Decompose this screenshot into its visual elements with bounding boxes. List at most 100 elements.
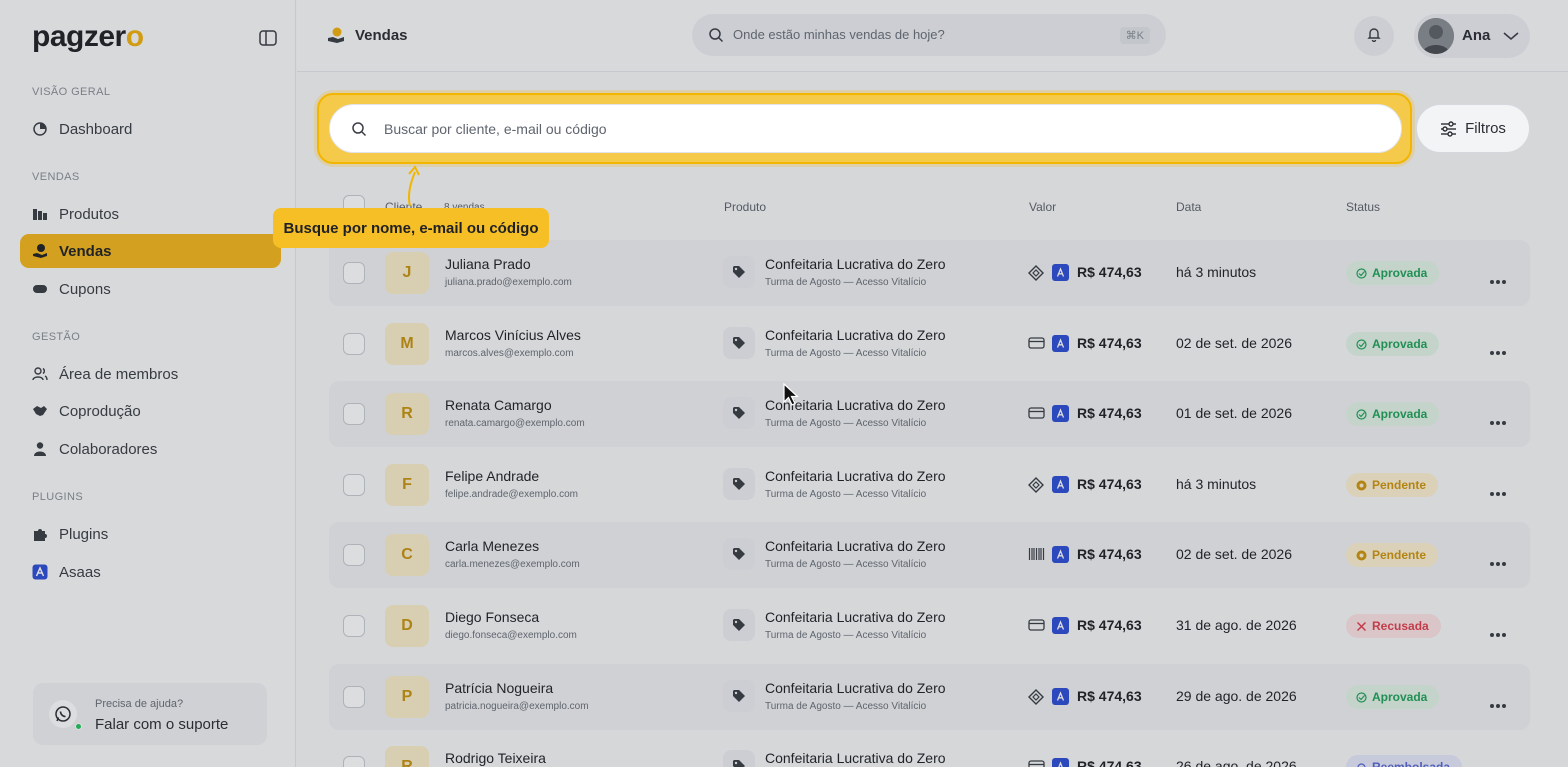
sidebar: pagzero VISÃO GERAL Dashboard VENDAS Pro…: [0, 0, 296, 767]
sidebar-item-dashboard[interactable]: Dashboard: [20, 112, 281, 146]
row-checkbox[interactable]: [343, 756, 365, 767]
client-initial-avatar: M: [385, 323, 429, 365]
asaas-icon: [1052, 335, 1069, 352]
filters-button[interactable]: Filtros: [1416, 104, 1530, 153]
pending-icon: [1356, 550, 1367, 561]
sidebar-item-label: Cupons: [59, 280, 111, 298]
bell-icon: [1366, 26, 1382, 47]
product-name: Confeitaria Lucrativa do Zero: [765, 327, 946, 343]
pending-icon: [1356, 480, 1367, 491]
client-name: Renata Camargo: [445, 397, 552, 413]
sidebar-item-coproduction[interactable]: Coprodução: [20, 394, 281, 428]
tag-icon: [723, 468, 755, 500]
sale-value: R$ 474,63: [1077, 758, 1142, 767]
more-options-icon[interactable]: [1490, 342, 1508, 360]
product-name: Confeitaria Lucrativa do Zero: [765, 750, 946, 766]
user-name: Ana: [1462, 27, 1491, 44]
sale-date: 26 de ago. de 2026: [1176, 758, 1297, 767]
column-header-value[interactable]: Valor: [1029, 200, 1056, 214]
client-name: Marcos Vinícius Alves: [445, 327, 581, 343]
sale-date: há 3 minutos: [1176, 476, 1257, 492]
table-row[interactable]: P Patrícia Nogueira patricia.nogueira@exem…: [329, 664, 1530, 730]
client-name: Juliana Prado: [445, 256, 531, 272]
whatsapp-icon: [49, 700, 77, 728]
client-initial-avatar: J: [385, 252, 429, 294]
puzzle-icon: [32, 526, 48, 542]
product-variant: Turma de Agosto — Acesso Vitalício: [765, 348, 927, 359]
sidebar-item-label: Colaboradores: [59, 440, 158, 458]
table-row[interactable]: C Carla Menezes carla.menezes@exemplo.com C…: [329, 522, 1530, 588]
asaas-icon: [1052, 476, 1069, 493]
table-row[interactable]: R Rodrigo Teixeira Confeitaria Lucrativa d…: [329, 734, 1530, 767]
row-checkbox[interactable]: [343, 262, 365, 284]
credit-card-icon: [1028, 618, 1045, 637]
more-options-icon[interactable]: [1490, 271, 1508, 289]
sales-search-input[interactable]: [384, 117, 1344, 141]
column-header-date[interactable]: Data: [1176, 200, 1201, 214]
user-menu[interactable]: Ana: [1414, 14, 1530, 58]
sidebar-item-sales[interactable]: Vendas: [20, 234, 281, 268]
asaas-icon: [1052, 688, 1069, 705]
global-search-placeholder: Onde estão minhas vendas de hoje?: [733, 27, 945, 42]
row-checkbox[interactable]: [343, 544, 365, 566]
sidebar-item-collaborators[interactable]: Colaboradores: [20, 432, 281, 466]
client-email: diego.fonseca@exemplo.com: [445, 630, 577, 641]
sale-date: há 3 minutos: [1176, 264, 1257, 280]
status-badge: Aprovada: [1346, 685, 1440, 709]
sidebar-item-members-area[interactable]: Área de membros: [20, 357, 281, 391]
row-checkbox[interactable]: [343, 333, 365, 355]
more-options-icon[interactable]: [1490, 695, 1508, 713]
more-options-icon[interactable]: [1490, 412, 1508, 430]
product-name: Confeitaria Lucrativa do Zero: [765, 609, 946, 625]
table-row[interactable]: F Felipe Andrade felipe.andrade@exemplo.co…: [329, 452, 1530, 518]
more-options-icon[interactable]: [1490, 624, 1508, 642]
support-card[interactable]: Precisa de ajuda? Falar com o suporte: [33, 683, 267, 745]
asaas-icon: [1052, 264, 1069, 281]
asaas-icon: [32, 564, 48, 580]
sale-value: R$ 474,63: [1077, 264, 1142, 280]
tag-icon: [723, 397, 755, 429]
notifications-button[interactable]: [1354, 16, 1394, 56]
column-header-product[interactable]: Produto: [724, 200, 766, 214]
sidebar-item-coupons[interactable]: Cupons: [20, 272, 281, 306]
sidebar-item-asaas[interactable]: Asaas: [20, 555, 281, 589]
row-checkbox[interactable]: [343, 474, 365, 496]
section-label-sales: VENDAS: [32, 171, 80, 183]
section-label-management: GESTÃO: [32, 331, 81, 343]
credit-card-icon: [1028, 406, 1045, 425]
sidebar-toggle-icon[interactable]: [258, 28, 278, 48]
online-status-dot: [75, 723, 82, 730]
approved-icon: [1356, 691, 1367, 703]
product-name: Confeitaria Lucrativa do Zero: [765, 468, 946, 484]
row-checkbox[interactable]: [343, 403, 365, 425]
avatar: [1418, 18, 1454, 54]
product-variant: Turma de Agosto — Acesso Vitalício: [765, 559, 927, 570]
more-options-icon[interactable]: [1490, 553, 1508, 571]
sidebar-item-plugins[interactable]: Plugins: [20, 517, 281, 551]
table-row[interactable]: M Marcos Vinícius Alves marcos.alves@exemp…: [329, 311, 1530, 377]
table-row[interactable]: R Renata Camargo renata.camargo@exemplo.co…: [329, 381, 1530, 447]
shortcut-badge: ⌘K: [1119, 27, 1150, 44]
global-search[interactable]: Onde estão minhas vendas de hoje? ⌘K: [692, 14, 1166, 56]
sales-icon: [327, 26, 345, 49]
sales-search-box[interactable]: [329, 104, 1402, 153]
sidebar-item-label: Plugins: [59, 525, 109, 543]
table-row[interactable]: J Juliana Prado juliana.prado@exemplo.com C…: [329, 240, 1530, 306]
row-checkbox[interactable]: [343, 686, 365, 708]
sidebar-item-products[interactable]: Produtos: [20, 197, 281, 231]
status-badge: Pendente: [1346, 473, 1439, 497]
support-link[interactable]: Falar com o suporte: [95, 716, 228, 733]
client-initial-avatar: D: [385, 605, 429, 647]
more-options-icon[interactable]: [1490, 483, 1508, 501]
logo[interactable]: pagzero: [32, 20, 144, 54]
row-checkbox[interactable]: [343, 615, 365, 637]
client-name: Rodrigo Teixeira: [445, 750, 546, 766]
product-name: Confeitaria Lucrativa do Zero: [765, 256, 946, 272]
client-email: patricia.nogueira@exemplo.com: [445, 701, 589, 712]
table-row[interactable]: D Diego Fonseca diego.fonseca@exemplo.com C…: [329, 593, 1530, 659]
client-initial-avatar: R: [385, 393, 429, 435]
client-name: Felipe Andrade: [445, 468, 540, 484]
handshake-icon: [32, 403, 48, 419]
column-header-status[interactable]: Status: [1346, 200, 1380, 214]
tag-icon: [723, 680, 755, 712]
